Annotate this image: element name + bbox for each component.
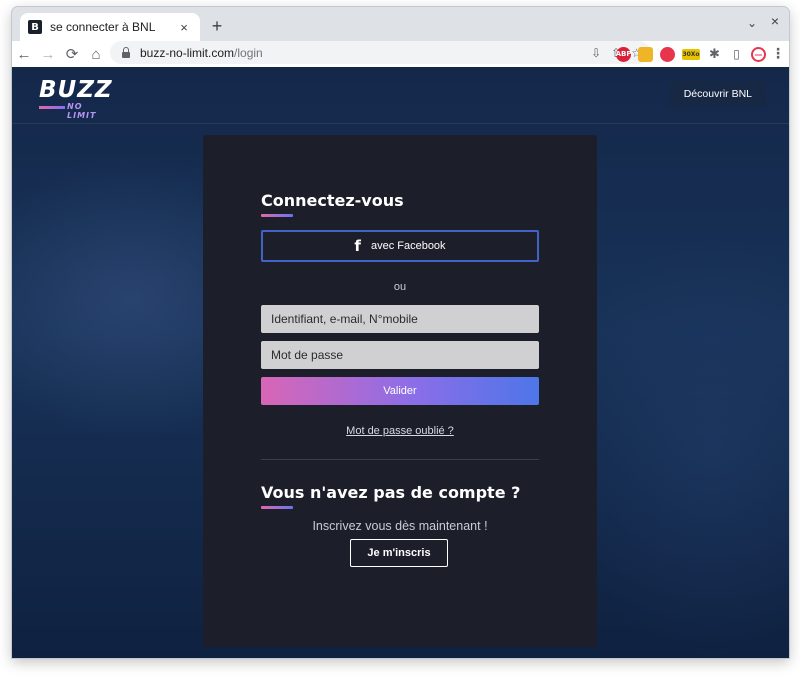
- login-title: Connectez-vous: [261, 191, 404, 210]
- section-divider: [261, 459, 539, 460]
- url-path: /login: [234, 45, 263, 60]
- tab-strip: B se connecter à BNL × + ⌄ ×: [12, 7, 789, 41]
- site-header: BUZZ NO LIMIT Découvrir BNL: [12, 67, 789, 124]
- title-underline: [261, 214, 293, 217]
- side-panel-icon[interactable]: ▯: [729, 47, 744, 62]
- adblock-plus-icon[interactable]: ABP: [616, 46, 631, 62]
- browser-window: B se connecter à BNL × + ⌄ × ← → ⟳ ⌂ buz…: [12, 7, 789, 658]
- blocker-extension-icon[interactable]: —: [751, 46, 766, 62]
- install-icon[interactable]: ⇩: [591, 46, 601, 60]
- browser-menu-icon[interactable]: ⋮: [771, 46, 785, 62]
- new-tab-icon[interactable]: +: [206, 15, 228, 37]
- login-section: Connectez-vous: [261, 191, 539, 217]
- page-content: BUZZ NO LIMIT Découvrir BNL Connectez-vo…: [12, 67, 789, 658]
- forgot-password-link[interactable]: Mot de passe oublié ?: [261, 425, 539, 437]
- brand-logo[interactable]: BUZZ NO LIMIT: [39, 77, 113, 120]
- site-favicon-icon: B: [28, 20, 42, 34]
- password-input[interactable]: [261, 341, 539, 369]
- address-bar[interactable]: buzz-no-limit.com /login ⇩ ⇧ ☆: [110, 41, 650, 64]
- tab-title: se connecter à BNL: [50, 20, 156, 34]
- signup-title-underline: [261, 506, 293, 509]
- signup-subtitle: Inscrivez vous dès maintenant !: [312, 519, 488, 533]
- shield-extension-icon[interactable]: [638, 46, 653, 62]
- submit-button[interactable]: Valider: [261, 377, 539, 405]
- or-separator: ou: [393, 281, 407, 293]
- privacy-extension-icon[interactable]: [660, 46, 675, 62]
- signup-title: Vous n'avez pas de compte ?: [261, 483, 521, 502]
- logo-underline: [39, 106, 65, 109]
- url-host: buzz-no-limit.com: [140, 45, 235, 60]
- extensions-puzzle-icon[interactable]: ✱: [707, 47, 722, 62]
- tab-close-icon[interactable]: ×: [176, 20, 192, 35]
- signup-section: Vous n'avez pas de compte ?: [261, 483, 539, 509]
- logo-tagline: NO LIMIT: [67, 102, 97, 120]
- login-card: Connectez-vous f avec Facebook ou Valide…: [203, 135, 597, 647]
- window-close-icon[interactable]: ×: [771, 13, 779, 29]
- identifier-input[interactable]: [261, 305, 539, 333]
- reload-icon[interactable]: ⟳: [60, 42, 84, 66]
- back-icon[interactable]: ←: [12, 42, 36, 66]
- browser-tab[interactable]: B se connecter à BNL ×: [20, 13, 200, 41]
- facebook-login-button[interactable]: f avec Facebook: [261, 230, 539, 262]
- forward-icon[interactable]: →: [36, 42, 60, 66]
- facebook-icon: f: [354, 237, 361, 255]
- lock-icon[interactable]: [120, 46, 132, 59]
- logo-wordmark: BUZZ: [39, 77, 113, 103]
- counter-extension-icon[interactable]: 30Xo: [682, 48, 700, 60]
- home-icon[interactable]: ⌂: [84, 42, 108, 66]
- tab-search-icon[interactable]: ⌄: [747, 16, 757, 30]
- signup-button[interactable]: Je m'inscris: [350, 539, 448, 567]
- facebook-button-label: avec Facebook: [370, 240, 446, 252]
- discover-button[interactable]: Découvrir BNL: [669, 81, 766, 107]
- extensions-area: ABP 30Xo ✱ ▯ — ⋮: [616, 43, 785, 65]
- browser-toolbar: ← → ⟳ ⌂ buzz-no-limit.com /login ⇩ ⇧ ☆ A…: [12, 41, 789, 67]
